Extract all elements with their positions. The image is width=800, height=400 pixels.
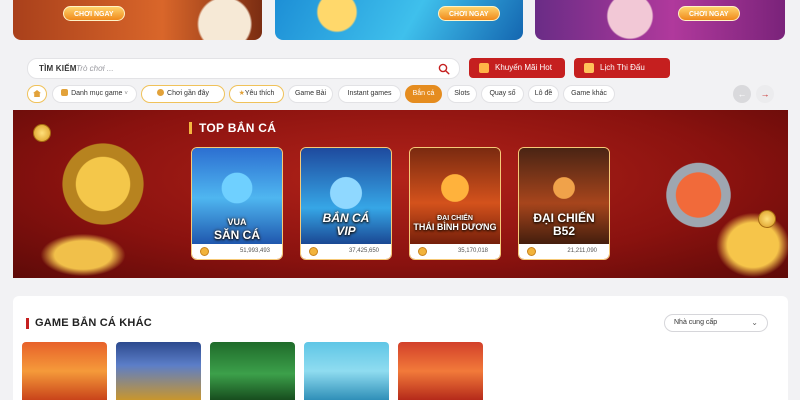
provider-select[interactable]: Nhà cung cấp ⌄ [664, 314, 768, 332]
game-name: BẮN CÁ VIP [301, 212, 391, 238]
coin-icon [527, 247, 536, 256]
top-fishing-banner: TOP BẮN CÁ VUA SĂN CÁ 51,993,493 BẮN CÁ … [13, 110, 788, 278]
player-count-value: 21,211,090 [567, 248, 597, 254]
chevron-down-icon: ˅ [124, 91, 128, 97]
schedule-label: Lịch Thi Đấu [600, 63, 645, 72]
gold-pile-icon [713, 210, 788, 278]
tab-label: Chơi gần đây [167, 90, 209, 97]
home-tab[interactable] [27, 85, 47, 103]
player-count-value: 35,170,018 [457, 248, 488, 254]
scroll-left-arrow-icon[interactable]: ← [733, 85, 751, 103]
player-count: 51,993,493 [192, 244, 282, 259]
tab-label: Game khác [571, 90, 607, 97]
tab-label: Lô đề [534, 90, 553, 97]
game-name-line2: THÁI BÌNH DƯƠNG [413, 222, 497, 232]
tab-game-menu[interactable]: Danh mục game ˅ [52, 85, 137, 103]
player-count: 35,170,018 [410, 244, 500, 259]
game-thumbnail[interactable] [22, 342, 107, 400]
game-tile-vua-san-ca[interactable]: VUA SĂN CÁ 51,993,493 [191, 147, 283, 260]
game-thumbnail[interactable] [398, 342, 483, 400]
tab-label: Danh mục game [71, 90, 123, 97]
coin-icon [200, 247, 209, 256]
promo-card-3[interactable]: CHƠI NGAY [535, 0, 785, 40]
game-thumbnail[interactable] [210, 342, 295, 400]
promo-card-1[interactable]: CHƠI NGAY [13, 0, 262, 40]
tab-recent[interactable]: Chơi gần đây [141, 85, 225, 103]
search-label: TÌM KIẾM [39, 64, 77, 73]
play-now-button[interactable]: CHƠI NGAY [438, 6, 500, 21]
tab-slots[interactable]: Slots [447, 85, 477, 103]
game-name-line2: B52 [552, 224, 575, 238]
player-count: 21,211,090 [519, 244, 609, 259]
other-fishing-games-panel: GAME BẮN CÁ KHÁC Nhà cung cấp ⌄ [13, 296, 788, 400]
tab-label: Bắn cá [412, 90, 435, 97]
game-thumbnail[interactable] [304, 342, 389, 400]
promo-card-2[interactable]: CHƠI NGAY [275, 0, 523, 40]
coin-icon [758, 210, 776, 228]
tab-label: Quay số [489, 90, 516, 97]
play-now-button[interactable]: CHƠI NGAY [678, 6, 740, 21]
game-tile-dai-chien-thai-binh-duong[interactable]: ĐẠI CHIẾN THÁI BÌNH DƯƠNG 35,170,018 [409, 147, 501, 260]
section-title: TOP BẮN CÁ [189, 122, 276, 134]
coin-icon [33, 124, 51, 142]
player-count: 37,425,650 [301, 244, 391, 259]
clock-icon [157, 89, 165, 96]
tab-favorites[interactable]: ★Yêu thích [229, 85, 284, 103]
tab-label: Yêu thích [244, 90, 275, 97]
game-name-line2: SĂN CÁ [213, 228, 260, 242]
game-name: ĐẠI CHIẾN THÁI BÌNH DƯƠNG [410, 214, 500, 232]
game-name: VUA SĂN CÁ [192, 216, 282, 242]
gold-pile-icon [33, 230, 133, 278]
chevron-down-icon: ⌄ [751, 318, 758, 327]
grid-icon [61, 89, 69, 96]
game-name-line2: VIP [336, 224, 356, 238]
tab-instant-games[interactable]: Instant games [338, 85, 401, 103]
hot-promo-button[interactable]: Khuyến Mãi Hot [469, 58, 565, 78]
provider-select-label: Nhà cung cấp [674, 319, 718, 326]
section-title: GAME BẮN CÁ KHÁC [26, 318, 152, 329]
home-icon [33, 90, 41, 97]
player-count-value: 51,993,493 [239, 248, 270, 254]
player-count-value: 37,425,650 [348, 248, 379, 254]
game-thumbnail [410, 148, 500, 248]
search-icon[interactable] [438, 63, 450, 75]
scroll-right-arrow-icon[interactable]: → [756, 85, 774, 103]
coin-icon [309, 247, 318, 256]
tab-label: Instant games [347, 90, 392, 97]
coin-icon [418, 247, 427, 256]
tab-fishing[interactable]: Bắn cá [405, 85, 442, 103]
tab-card-games[interactable]: Game Bài [288, 85, 333, 103]
hot-promo-label: Khuyến Mãi Hot [495, 63, 552, 72]
tab-lode[interactable]: Lô đề [528, 85, 559, 103]
tab-label: Slots [454, 90, 470, 97]
game-thumbnail[interactable] [116, 342, 201, 400]
search-input[interactable]: Trò chơi ... [76, 64, 114, 73]
game-name: ĐẠI CHIẾN B52 [519, 212, 609, 238]
calendar-icon [584, 63, 594, 73]
tab-label: Game Bài [294, 90, 327, 97]
gift-icon [479, 63, 489, 73]
tab-other-games[interactable]: Game khác [563, 85, 615, 103]
game-tile-ban-ca-vip[interactable]: BẮN CÁ VIP 37,425,650 [300, 147, 392, 260]
tab-lottery[interactable]: Quay số [481, 85, 524, 103]
search-bar[interactable]: TÌM KIẾM Trò chơi ... [27, 58, 460, 79]
play-now-button[interactable]: CHƠI NGAY [63, 6, 125, 21]
schedule-button[interactable]: Lịch Thi Đấu [574, 58, 670, 78]
game-tile-dai-chien-b52[interactable]: ĐẠI CHIẾN B52 21,211,090 [518, 147, 610, 260]
